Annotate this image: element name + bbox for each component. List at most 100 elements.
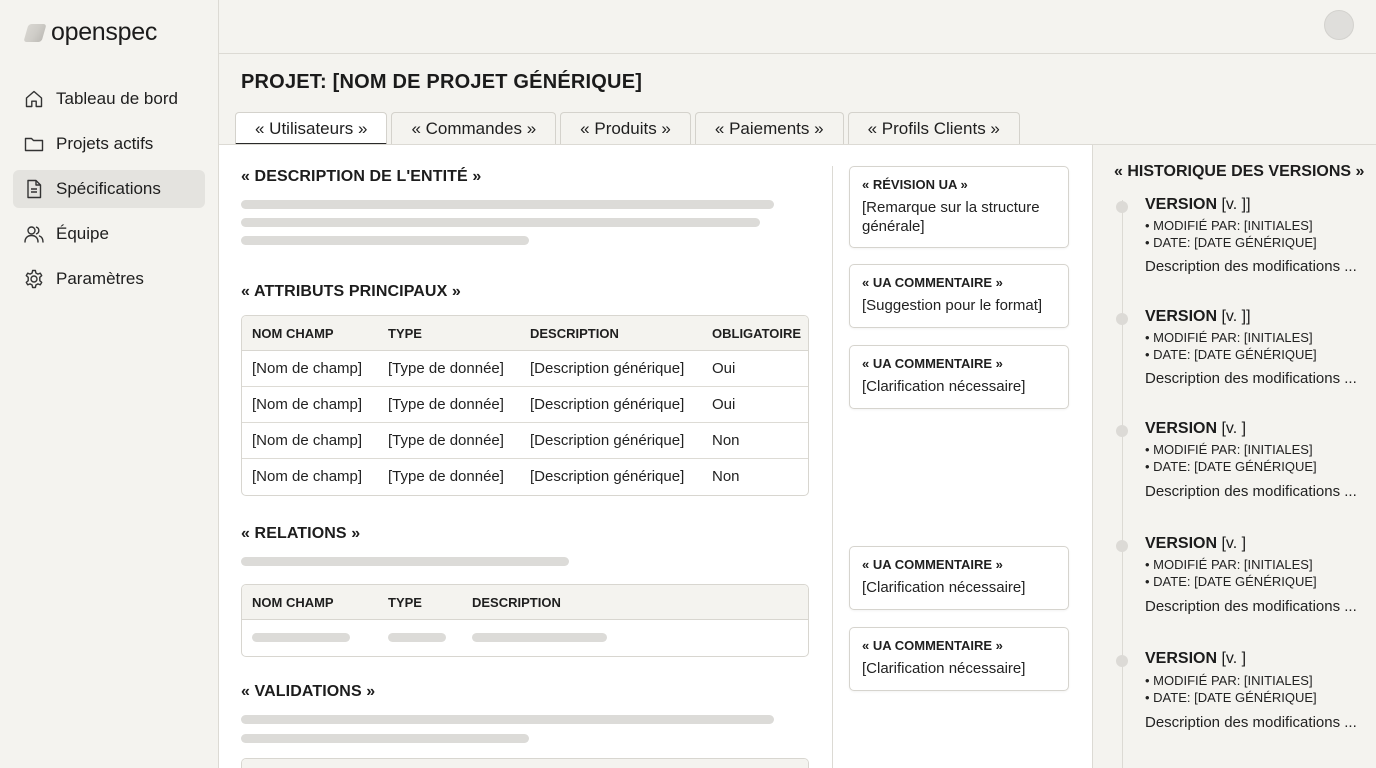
tab-orders[interactable]: « Commandes » [391, 112, 557, 145]
version-date: • DATE: [DATE GÉNÉRIQUE] [1145, 459, 1317, 474]
sidebar-nav: Tableau de bord Projets actifs Spécifica… [13, 80, 205, 305]
sidebar-item-dashboard[interactable]: Tableau de bord [13, 80, 205, 118]
version-label: VERSION [v. ]] [1145, 196, 1251, 213]
cell-description: [Description générique] [530, 432, 685, 449]
table-header: NOM CHAMP TYPE DESCRIPTION [242, 585, 808, 620]
comment-card[interactable]: « UA COMMENTAIRE » [Clarification nécess… [849, 546, 1069, 610]
text-placeholder [241, 715, 774, 724]
document-icon [24, 179, 44, 199]
version-modified-by: • MODIFIÉ PAR: [INITIALES] [1145, 673, 1313, 688]
text-placeholder [241, 236, 529, 245]
version-description: Description des modifications ... [1145, 483, 1357, 500]
comment-card[interactable]: « UA COMMENTAIRE » [Clarification nécess… [849, 345, 1069, 409]
cell-required: Oui [712, 396, 736, 413]
tab-products[interactable]: « Produits » [560, 112, 691, 145]
version-label: VERSION [v. ] [1145, 535, 1247, 552]
column-header: TYPE [388, 595, 422, 610]
section-title-attributes: « ATTRIBUTS PRINCIPAUX » [241, 283, 461, 300]
logo-text: openspec [51, 18, 158, 46]
version-modified-by: • MODIFIÉ PAR: [INITIALES] [1145, 330, 1313, 345]
column-header: NOM CHAMP [252, 595, 334, 610]
version-modified-by: • MODIFIÉ PAR: [INITIALES] [1145, 218, 1313, 233]
version-date: • DATE: [DATE GÉNÉRIQUE] [1145, 574, 1317, 589]
entity-tabs: « Utilisateurs » « Commandes » « Produit… [235, 112, 1024, 145]
section-title-relations: « RELATIONS » [241, 525, 361, 542]
table-header: NOM CHAMP TYPE DESCRIPTION OBLIGATOIRE [242, 316, 808, 351]
table-header [242, 759, 808, 768]
version-date: • DATE: [DATE GÉNÉRIQUE] [1145, 347, 1317, 362]
tab-customer-profiles[interactable]: « Profils Clients » [847, 112, 1020, 145]
validations-table [241, 758, 809, 768]
avatar[interactable] [1324, 10, 1354, 40]
table-row[interactable]: [Nom de champ] [Type de donnée] [Descrip… [242, 387, 808, 423]
version-label: VERSION [v. ] [1145, 650, 1247, 667]
section-title-validations: « VALIDATIONS » [241, 683, 376, 700]
version-description: Description des modifications ... [1145, 598, 1357, 615]
review-comment-card[interactable]: « RÉVISION UA » [Remarque sur la structu… [849, 166, 1069, 248]
cell-placeholder [472, 633, 607, 642]
column-header: OBLIGATOIRE [712, 326, 802, 341]
column-header: DESCRIPTION [530, 326, 619, 341]
comment-card[interactable]: « UA COMMENTAIRE » [Clarification nécess… [849, 627, 1069, 691]
timeline-dot-icon [1116, 313, 1128, 325]
folder-icon [24, 134, 44, 154]
sidebar-item-active-projects[interactable]: Projets actifs [13, 125, 205, 163]
version-modified-by: • MODIFIÉ PAR: [INITIALES] [1145, 442, 1313, 457]
timeline-dot-icon [1116, 655, 1128, 667]
text-placeholder [241, 734, 529, 743]
text-placeholder [241, 557, 569, 566]
sidebar-item-label: Paramètres [56, 269, 144, 288]
version-modified-by: • MODIFIÉ PAR: [INITIALES] [1145, 557, 1313, 572]
cell-type: [Type de donnée] [388, 468, 504, 485]
cell-field-name: [Nom de champ] [252, 432, 363, 449]
comment-card[interactable]: « UA COMMENTAIRE » [Suggestion pour le f… [849, 264, 1069, 328]
cell-placeholder [252, 633, 350, 642]
sidebar: openspec Tableau de bord Projets actifs … [0, 0, 219, 768]
table-row[interactable] [242, 620, 808, 656]
table-row[interactable]: [Nom de champ] [Type de donnée] [Descrip… [242, 459, 808, 495]
tab-payments[interactable]: « Paiements » [694, 112, 844, 145]
comment-text: [Remarque sur la structure générale] [862, 199, 1040, 235]
logo[interactable]: openspec [24, 18, 157, 47]
version-description: Description des modifications ... [1145, 370, 1357, 387]
sidebar-item-settings[interactable]: Paramètres [13, 260, 205, 298]
sidebar-item-label: Équipe [56, 224, 109, 243]
column-header: DESCRIPTION [472, 595, 561, 610]
table-row[interactable]: [Nom de champ] [Type de donnée] [Descrip… [242, 351, 808, 387]
comment-title: « UA COMMENTAIRE » [862, 356, 1003, 371]
page-title: PROJET: [NOM DE PROJET GÉNÉRIQUE] [241, 71, 643, 93]
version-description: Description des modifications ... [1145, 714, 1357, 731]
tab-users[interactable]: « Utilisateurs » [235, 112, 388, 145]
users-icon [24, 224, 44, 244]
comment-title: « UA COMMENTAIRE » [862, 557, 1003, 572]
relations-table: NOM CHAMP TYPE DESCRIPTION [241, 584, 809, 657]
cell-required: Non [712, 468, 740, 485]
sidebar-item-label: Projets actifs [56, 134, 154, 153]
column-header: NOM CHAMP [252, 326, 334, 341]
cell-field-name: [Nom de champ] [252, 396, 363, 413]
cell-required: Non [712, 432, 740, 449]
cell-field-name: [Nom de champ] [252, 468, 363, 485]
column-header: TYPE [388, 326, 422, 341]
timeline-dot-icon [1116, 540, 1128, 552]
version-label: VERSION [v. ] [1145, 420, 1247, 437]
version-date: • DATE: [DATE GÉNÉRIQUE] [1145, 690, 1317, 705]
timeline-dot-icon [1116, 201, 1128, 213]
text-placeholder [241, 200, 774, 209]
comment-title: « UA COMMENTAIRE » [862, 275, 1003, 290]
comment-text: [Clarification nécessaire] [862, 378, 1026, 395]
text-placeholder [241, 218, 760, 227]
comment-text: [Suggestion pour le format] [862, 297, 1043, 314]
comment-text: [Clarification nécessaire] [862, 579, 1026, 596]
sidebar-item-specifications[interactable]: Spécifications [13, 170, 205, 208]
cell-description: [Description générique] [530, 360, 685, 377]
sidebar-item-label: Tableau de bord [56, 89, 178, 108]
cell-type: [Type de donnée] [388, 432, 504, 449]
timeline-dot-icon [1116, 425, 1128, 437]
version-history-title: « HISTORIQUE DES VERSIONS » [1114, 163, 1365, 180]
version-description: Description des modifications ... [1145, 258, 1357, 275]
comment-text: [Clarification nécessaire] [862, 660, 1026, 677]
sidebar-item-team[interactable]: Équipe [13, 215, 205, 253]
table-row[interactable]: [Nom de champ] [Type de donnée] [Descrip… [242, 423, 808, 459]
cell-required: Oui [712, 360, 736, 377]
